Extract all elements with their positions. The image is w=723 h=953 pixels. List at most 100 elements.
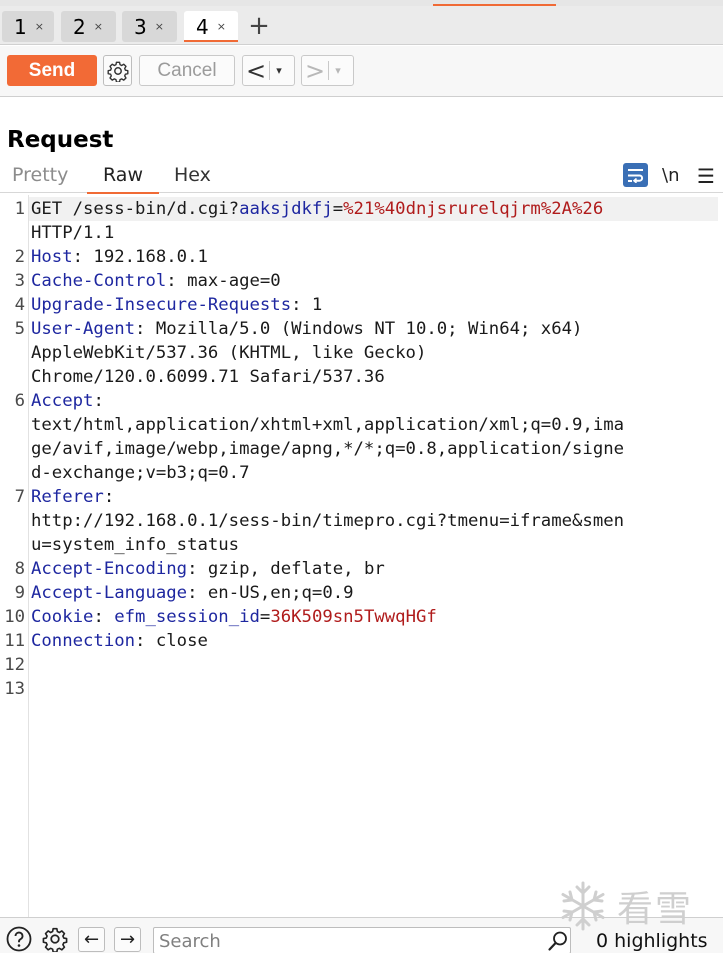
search-field <box>153 927 571 953</box>
code-line: Accept: <box>31 389 104 413</box>
tab-pretty[interactable]: Pretty <box>12 164 68 193</box>
history-back-button[interactable]: < ▾ <box>242 55 295 86</box>
header-key: Accept <box>31 391 94 411</box>
code-text: : 192.168.0.1 <box>72 247 208 267</box>
raw-request-editor[interactable]: 1 GET /sess-bin/d.cgi?aaksjdkfj=%21%40dnj… <box>0 195 723 917</box>
code-text: : Mozilla/5.0 (Windows NT 10.0; Win64; x… <box>135 319 583 339</box>
help-button[interactable] <box>4 926 33 951</box>
cancel-button[interactable]: Cancel <box>139 55 235 86</box>
code-text: ge/avif,image/webp,image/apng,*/*;q=0.8,… <box>31 439 625 459</box>
line-number: 2 <box>14 247 25 267</box>
header-key: Accept-Language <box>31 583 188 603</box>
line-number: 6 <box>14 391 25 411</box>
code-text: : <box>93 607 115 627</box>
code-line: ge/avif,image/webp,image/apng,*/*;q=0.8,… <box>31 437 624 461</box>
code-text: u=system_info_status <box>31 535 240 555</box>
code-text: : en-US,en;q=0.9 <box>187 583 354 603</box>
code-line: GET /sess-bin/d.cgi?aaksjdkfj=%21%40dnjs… <box>31 197 603 221</box>
tab-hex[interactable]: Hex <box>174 164 211 193</box>
next-match-button[interactable]: → <box>114 927 141 952</box>
code-line: Upgrade-Insecure-Requests: 1 <box>31 293 322 317</box>
close-icon[interactable]: × <box>94 20 103 33</box>
help-icon <box>6 926 31 951</box>
search-settings-button[interactable] <box>40 926 69 952</box>
code-line: Accept-Language: en-US,en;q=0.9 <box>31 581 354 605</box>
tab-1[interactable]: 1 × <box>2 11 54 42</box>
code-text: : max-age=0 <box>166 271 281 291</box>
settings-button[interactable] <box>103 55 132 86</box>
param-value: %21%40dnjsrurelqjrm%2A%26 <box>343 199 604 219</box>
line-number: 7 <box>14 487 25 507</box>
gear-icon <box>107 61 128 82</box>
code-line: Cache-Control: max-age=0 <box>31 269 281 293</box>
gear-icon <box>42 927 67 952</box>
request-toolbar: Send Cancel < ▾ > ▾ <box>0 46 723 97</box>
code-line: text/html,application/xhtml+xml,applicat… <box>31 413 624 437</box>
tab-4[interactable]: 4 × <box>184 11 238 42</box>
line-number: 11 <box>4 631 25 651</box>
show-newlines-toggle[interactable]: \n <box>662 165 679 186</box>
line-number: 9 <box>14 583 25 603</box>
tab-label: 4 <box>196 14 209 39</box>
tab-3[interactable]: 3 × <box>122 11 177 42</box>
line-number: 4 <box>14 295 25 315</box>
line-number: 3 <box>14 271 25 291</box>
code-text: : close <box>135 631 208 651</box>
chevron-down-icon[interactable]: ▾ <box>329 64 347 77</box>
code-text: text/html,application/xhtml+xml,applicat… <box>31 415 625 435</box>
menu-icon[interactable]: ☰ <box>697 164 715 188</box>
code-line: HTTP/1.1 <box>31 221 114 245</box>
word-wrap-toggle[interactable] <box>623 163 648 187</box>
code-text: = <box>259 607 271 627</box>
tab-label: 2 <box>73 14 86 39</box>
code-text: Chrome/120.0.6099.71 Safari/537.36 <box>31 367 385 387</box>
send-button[interactable]: Send <box>7 55 97 86</box>
pane-title: Request <box>7 127 114 153</box>
add-tab-button[interactable]: + <box>247 12 271 40</box>
code-line: Referer: <box>31 485 114 509</box>
header-key: Host <box>31 247 73 267</box>
close-icon[interactable]: × <box>155 20 164 33</box>
line-number: 8 <box>14 559 25 579</box>
code-line: User-Agent: Mozilla/5.0 (Windows NT 10.0… <box>31 317 582 341</box>
header-key: Accept-Encoding <box>31 559 188 579</box>
arrow-right-icon: → <box>119 929 136 950</box>
param-value: 36K509sn5TwwqHGf <box>270 607 437 627</box>
code-line: Accept-Encoding: gzip, deflate, br <box>31 557 385 581</box>
code-text: AppleWebKit/537.36 (KHTML, like Gecko) <box>31 343 427 363</box>
line-number: 1 <box>14 199 25 219</box>
history-forward-button[interactable]: > ▾ <box>301 55 354 86</box>
line-number: 13 <box>4 679 25 699</box>
code-text: : <box>103 487 115 507</box>
chevron-down-icon[interactable]: ▾ <box>270 64 288 77</box>
search-input[interactable] <box>159 930 539 952</box>
watermark: 看雪 <box>557 878 717 934</box>
code-line: Chrome/120.0.6099.71 Safari/537.36 <box>31 365 385 389</box>
header-key: aaksjdkfj <box>239 199 333 219</box>
tab-2[interactable]: 2 × <box>61 11 116 42</box>
header-key: Cookie <box>31 607 94 627</box>
code-text: HTTP/1.1 <box>31 223 115 243</box>
arrow-left-icon: ← <box>83 929 100 950</box>
code-text: GET /sess-bin/d.cgi? <box>31 199 240 219</box>
code-text: : gzip, deflate, br <box>187 559 385 579</box>
wrap-lines-icon <box>628 168 644 183</box>
code-line: Connection: close <box>31 629 208 653</box>
line-number: 10 <box>4 607 25 627</box>
line-number: 12 <box>4 655 25 675</box>
chevron-left-icon: < <box>245 56 267 85</box>
tab-raw[interactable]: Raw <box>87 164 159 194</box>
header-key: Connection <box>31 631 136 651</box>
tab-label: 3 <box>134 14 147 39</box>
view-tabs: Pretty Raw Hex <box>0 160 723 194</box>
header-key: Upgrade-Insecure-Requests <box>31 295 292 315</box>
code-line: AppleWebKit/537.36 (KHTML, like Gecko) <box>31 341 426 365</box>
code-line: u=system_info_status <box>31 533 239 557</box>
close-icon[interactable]: × <box>217 20 226 33</box>
close-icon[interactable]: × <box>35 20 44 33</box>
code-line: d-exchange;v=b3;q=0.7 <box>31 461 250 485</box>
previous-match-button[interactable]: ← <box>78 927 105 952</box>
header-key: efm_session_id <box>114 607 260 627</box>
code-line: Cookie: efm_session_id=36K509sn5TwwqHGf <box>31 605 437 629</box>
repeater-tab-bar: 1 × 2 × 3 × 4 × + <box>0 6 723 45</box>
